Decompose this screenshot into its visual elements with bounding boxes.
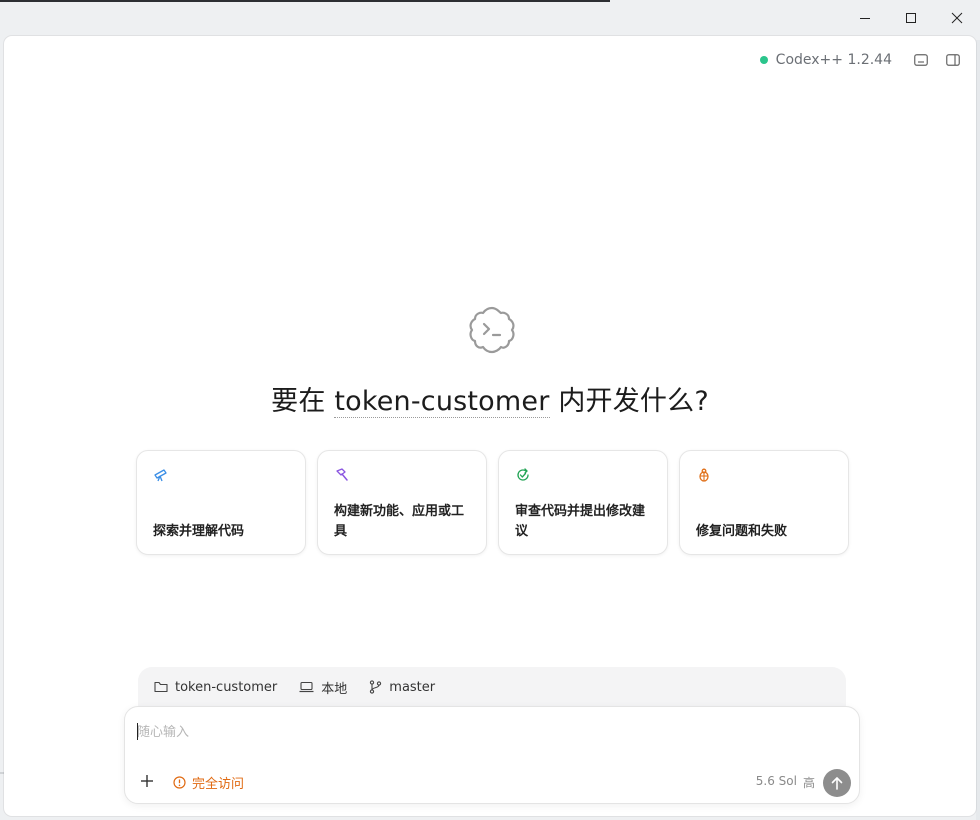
branch-label: master xyxy=(389,679,436,695)
project-name[interactable]: token-customer xyxy=(334,386,550,418)
maximize-button[interactable] xyxy=(888,0,934,36)
prompt-input[interactable] xyxy=(137,721,737,743)
folder-selector[interactable]: token-customer xyxy=(154,675,277,699)
app-window: Codex++ 1.2.44 要在 token-customer 内开发什么? xyxy=(4,36,976,816)
telescope-icon xyxy=(154,469,167,482)
title-prefix: 要在 xyxy=(271,386,335,417)
warning-circle-icon xyxy=(173,776,186,789)
card-explore[interactable]: 探索并理解代码 xyxy=(136,450,306,555)
access-mode-button[interactable]: 完全访问 xyxy=(173,773,244,792)
arrow-up-icon xyxy=(831,777,843,790)
status-dot xyxy=(759,56,768,64)
model-label: 5.6 Sol xyxy=(755,774,797,788)
terminal-toggle-button[interactable] xyxy=(908,50,934,70)
card-label: 探索并理解代码 xyxy=(153,524,245,539)
card-label: 构建新功能、应用或工具 xyxy=(334,504,465,539)
card-fix[interactable]: 修复问题和失败 xyxy=(679,450,849,555)
terminal-cloud-icon xyxy=(469,306,515,354)
title-bar-accent xyxy=(0,0,610,2)
terminal-icon xyxy=(914,54,928,66)
title-suffix: 内开发什么? xyxy=(549,386,709,417)
branch-selector[interactable]: master xyxy=(369,675,435,699)
suggestion-cards: 探索并理解代码 构建新功能、应用或工具 审查代码并提出修改建议 修复问题和失败 xyxy=(136,450,849,555)
version-label: Codex++ 1.2.44 xyxy=(775,52,892,68)
environment-selector[interactable]: 本地 xyxy=(299,675,347,699)
close-icon xyxy=(951,12,963,24)
add-attachment-icon[interactable] xyxy=(139,773,155,789)
card-label: 审查代码并提出修改建议 xyxy=(515,504,646,539)
minimize-button[interactable] xyxy=(842,0,888,36)
card-review[interactable]: 审查代码并提出修改建议 xyxy=(498,450,668,555)
git-branch-icon xyxy=(370,680,382,694)
window-edge xyxy=(976,40,980,820)
card-build[interactable]: 构建新功能、应用或工具 xyxy=(317,450,487,555)
card-label: 修复问题和失败 xyxy=(696,524,788,539)
model-selector[interactable]: 5.6 Sol 高 xyxy=(756,774,815,791)
hammer-icon xyxy=(336,468,348,481)
panel-toggle-button[interactable] xyxy=(940,50,966,70)
effort-label: 高 xyxy=(802,776,815,790)
laptop-icon xyxy=(299,681,314,693)
send-button[interactable] xyxy=(823,769,851,797)
bug-icon xyxy=(699,468,709,482)
close-button[interactable] xyxy=(934,0,980,36)
status-bar: Codex++ 1.2.44 xyxy=(759,50,966,70)
text-caret xyxy=(137,723,138,740)
folder-icon xyxy=(154,681,168,693)
environment-label: 本地 xyxy=(321,681,348,697)
page-title: 要在 token-customer 内开发什么? xyxy=(4,379,976,418)
maximize-icon xyxy=(906,13,916,23)
access-mode-label: 完全访问 xyxy=(192,777,245,792)
minimize-icon xyxy=(860,18,870,19)
folder-label: token-customer xyxy=(175,679,278,695)
window-controls xyxy=(842,0,980,36)
composer: 完全访问 5.6 Sol 高 xyxy=(124,706,860,804)
refresh-check-icon xyxy=(517,468,529,481)
panel-icon xyxy=(946,54,960,66)
